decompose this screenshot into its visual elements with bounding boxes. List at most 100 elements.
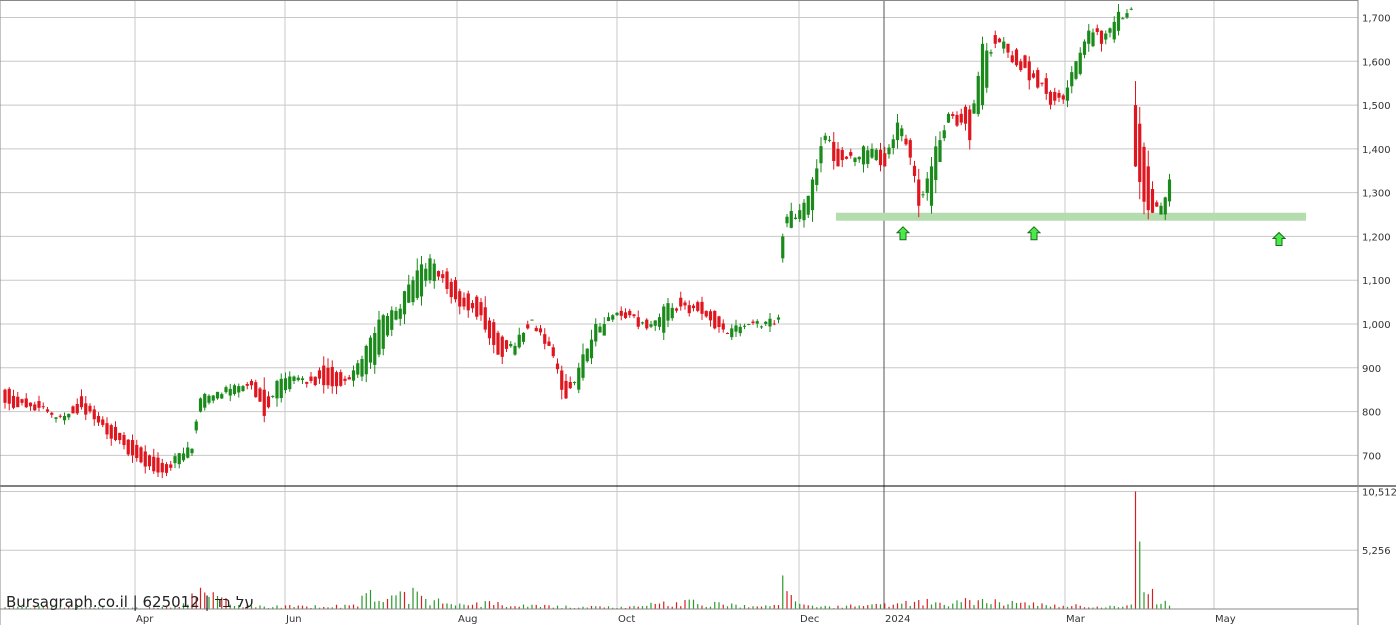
candle-body — [483, 307, 487, 330]
candle-body — [653, 320, 657, 326]
axis-frames — [0, 0, 1396, 625]
candle-body — [568, 381, 572, 389]
price-tick-label: 1,500 — [1362, 101, 1391, 112]
candle-body — [237, 386, 241, 393]
candle-body — [101, 419, 105, 425]
x-tick-label: May — [1215, 614, 1236, 625]
candle-body — [959, 113, 963, 123]
price-tick-label: 1,600 — [1362, 57, 1391, 68]
candle-body — [980, 43, 985, 106]
candle-body — [798, 210, 802, 219]
candle-body — [109, 425, 113, 439]
candle-body — [696, 302, 700, 311]
candle-body — [436, 271, 441, 277]
candle-body — [521, 332, 526, 342]
candle-body — [305, 381, 309, 384]
candle-body — [220, 394, 224, 399]
candle-body — [326, 367, 330, 386]
price-tick-label: 1,000 — [1362, 320, 1391, 331]
candle-body — [449, 281, 453, 298]
candle-body — [1014, 49, 1019, 66]
candle-body — [917, 179, 921, 206]
candle-body — [1125, 13, 1129, 18]
candle-body — [241, 386, 245, 392]
price-candles — [3, 4, 1172, 479]
candle-body — [232, 385, 237, 395]
candle-body — [37, 401, 41, 408]
candle-body — [58, 415, 62, 417]
candle-body — [424, 268, 428, 281]
candle-body — [45, 409, 50, 412]
candle-body — [912, 165, 917, 176]
candle-body — [649, 324, 653, 327]
candle-body — [925, 178, 929, 194]
candle-body — [84, 403, 88, 415]
price-tick-label: 1,100 — [1362, 276, 1391, 287]
candle-body — [458, 291, 462, 307]
candle-body — [466, 293, 470, 311]
candle-body — [152, 456, 156, 472]
candle-body — [126, 439, 130, 455]
candle-body — [1142, 146, 1146, 202]
candle-body — [946, 113, 951, 123]
candle-body — [976, 75, 980, 115]
candle-body — [394, 310, 398, 320]
candle-body — [768, 318, 772, 327]
candle-body — [211, 395, 215, 401]
candle-body — [993, 35, 997, 44]
candle-body — [262, 389, 266, 416]
candle-body — [589, 339, 594, 359]
candle-body — [411, 280, 415, 303]
candle-body — [254, 382, 258, 398]
candle-body — [1070, 72, 1074, 87]
price-tick-label: 900 — [1362, 364, 1381, 375]
candle-body — [577, 367, 581, 390]
candle-body — [538, 328, 543, 333]
candle-body — [836, 148, 840, 167]
candle-body — [572, 382, 577, 384]
candle-body — [360, 359, 364, 377]
candle-body — [92, 409, 96, 420]
candle-body — [628, 310, 632, 316]
candle-body — [1040, 82, 1044, 84]
candle-body — [942, 130, 946, 139]
candle-body — [738, 326, 742, 334]
candle-body — [1082, 41, 1087, 55]
candle-body — [955, 114, 959, 126]
candle-body — [900, 128, 904, 137]
candle-body — [764, 321, 768, 324]
candle-body — [632, 314, 636, 317]
x-tick-label: Oct — [618, 614, 635, 625]
candle-body — [543, 334, 547, 344]
candle-body — [985, 50, 989, 88]
candle-body — [1027, 61, 1031, 81]
candle-body — [462, 297, 466, 307]
candle-body — [1048, 91, 1053, 105]
candle-body — [24, 398, 28, 408]
x-tick-label: Jun — [285, 614, 302, 625]
candle-body — [713, 310, 717, 329]
candle-body — [470, 303, 475, 309]
candle-body — [1099, 30, 1104, 44]
candle-body — [530, 319, 534, 321]
candle-body — [249, 380, 254, 386]
candle-body — [1129, 8, 1133, 10]
candle-body — [853, 157, 857, 162]
candle-body — [776, 317, 781, 320]
candle-body — [271, 395, 275, 397]
candle-body — [428, 258, 432, 281]
candle-body — [203, 393, 207, 408]
candle-body — [96, 415, 101, 423]
candle-body — [1138, 123, 1142, 182]
candle-body — [351, 370, 356, 381]
candle-body — [555, 363, 560, 370]
candle-body — [258, 388, 262, 402]
candle-body — [806, 195, 810, 215]
candle-body — [130, 440, 135, 456]
candle-body — [895, 122, 900, 141]
candle-body — [674, 308, 679, 311]
candle-body — [717, 316, 721, 327]
candle-body — [194, 421, 198, 431]
candle-body — [402, 291, 407, 315]
candle-body — [874, 149, 878, 161]
